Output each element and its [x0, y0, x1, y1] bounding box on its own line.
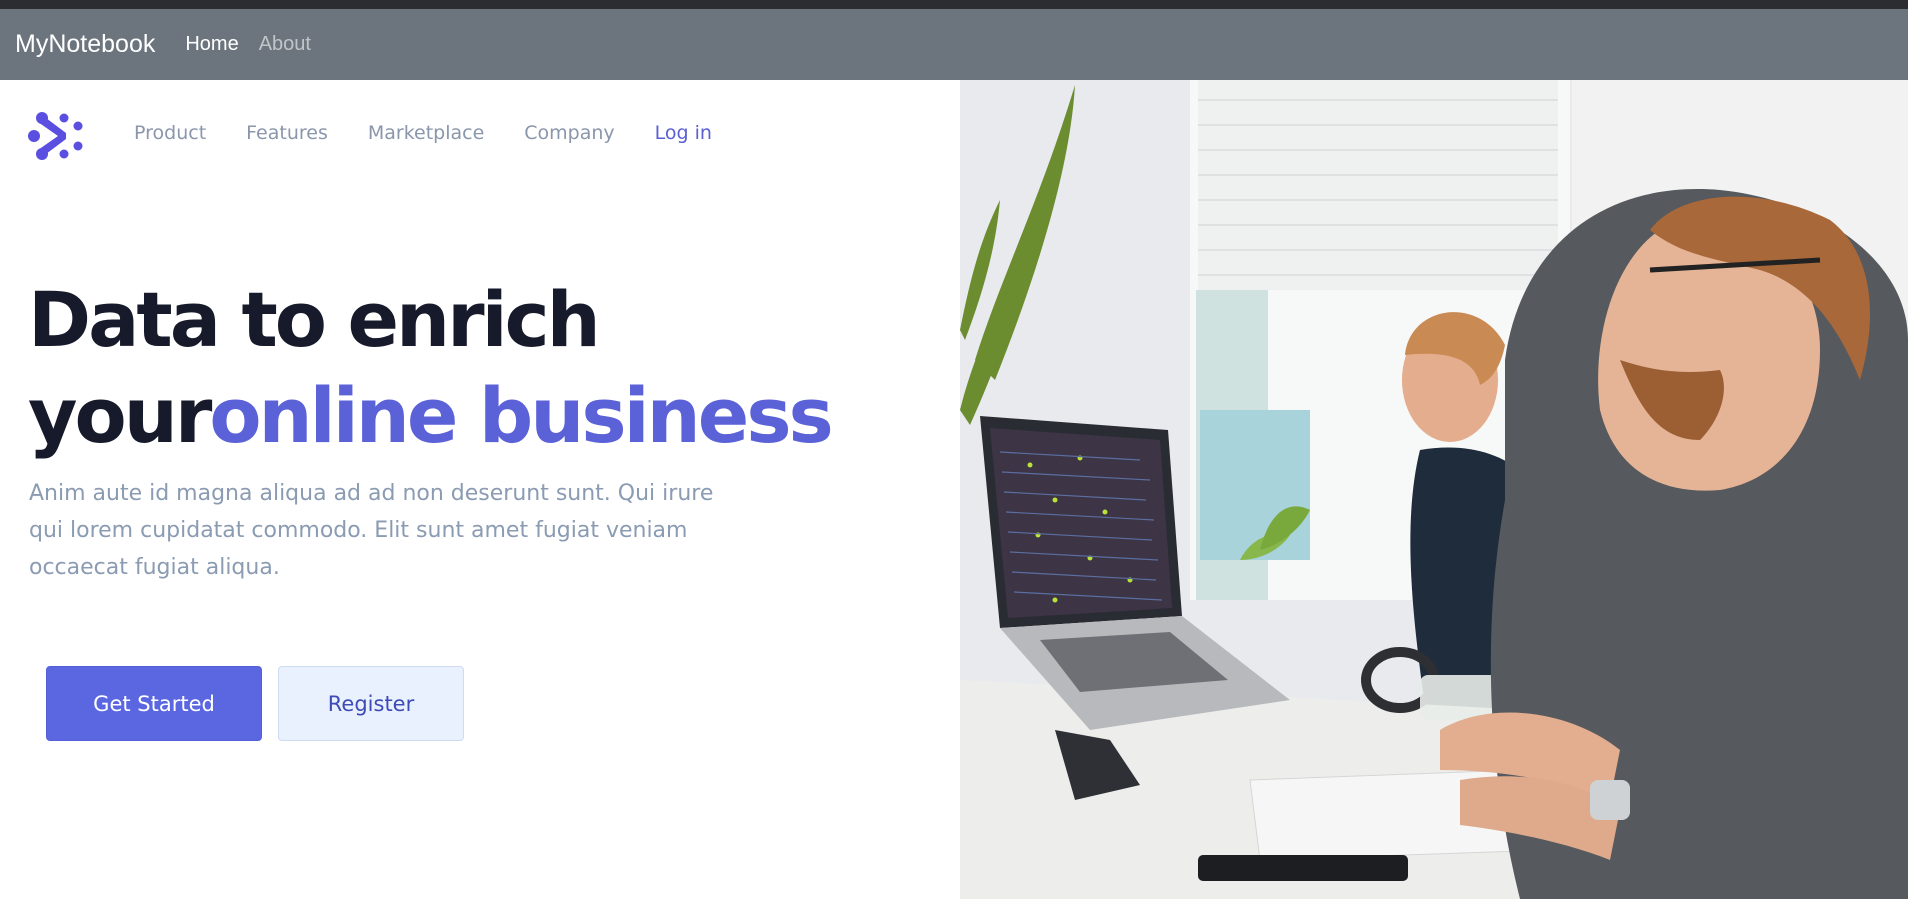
register-button[interactable]: Register	[278, 666, 464, 741]
app-nav: Home About	[185, 33, 331, 56]
hero-description: Anim aute id magna aliqua ad ad non dese…	[29, 481, 714, 580]
window-top-strip	[0, 0, 1908, 9]
site-logo-icon[interactable]	[28, 108, 86, 164]
app-brand-link[interactable]: MyNotebook	[15, 30, 155, 59]
app-navbar: MyNotebook Home About	[0, 9, 1908, 80]
headline-line-2-accent: online business	[209, 371, 833, 460]
hero-headline: Data to enrich youronline business	[28, 272, 834, 464]
get-started-button[interactable]: Get Started	[46, 666, 262, 741]
site-nav-marketplace-link[interactable]: Marketplace	[368, 122, 484, 144]
site-nav: Product Features Marketplace Company Log…	[134, 122, 752, 144]
app-nav-about-link[interactable]: About	[259, 33, 311, 56]
app-nav-home-link[interactable]: Home	[185, 33, 238, 56]
login-link[interactable]: Log in	[655, 122, 712, 144]
hero-content: Product Features Marketplace Company Log…	[0, 80, 960, 899]
headline-line-2-dark: your	[28, 371, 212, 460]
site-nav-product-link[interactable]: Product	[134, 122, 206, 144]
hero-photo	[960, 80, 1908, 899]
site-nav-company-link[interactable]: Company	[524, 122, 614, 144]
headline-line-1: Data to enrich	[28, 275, 601, 364]
site-nav-features-link[interactable]: Features	[246, 122, 328, 144]
